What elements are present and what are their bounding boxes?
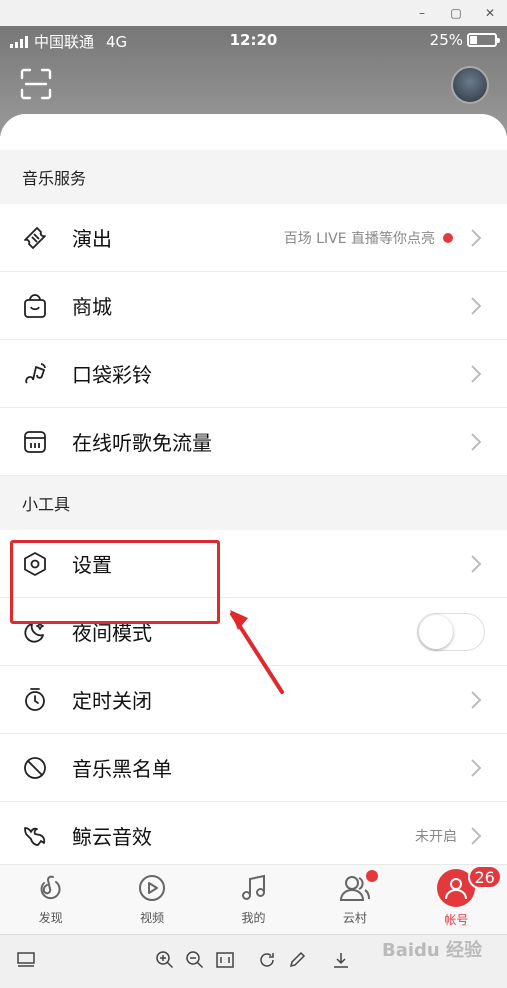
sim-card-icon — [22, 429, 48, 455]
chevron-right-icon — [471, 554, 482, 573]
menu-item-sound-effect[interactable]: 鲸云音效 未开启 — [0, 802, 507, 864]
rotate-icon[interactable] — [256, 949, 278, 971]
bottom-tab-bar: 发现 视频 我的 云村 26 帐号 — [0, 864, 507, 934]
pencil-icon[interactable] — [286, 949, 308, 971]
menu-item-hint: 未开启 — [415, 828, 457, 845]
notification-dot — [366, 870, 379, 882]
tab-discover[interactable]: 发现 — [0, 865, 101, 934]
menu-item-label: 口袋彩铃 — [72, 363, 152, 387]
layout-icon[interactable] — [15, 949, 37, 971]
menu-item-label: 演出 — [72, 227, 112, 251]
download-icon[interactable] — [330, 949, 352, 971]
toggle-knob — [419, 614, 453, 649]
zoom-out-icon[interactable] — [184, 949, 206, 971]
scan-icon[interactable] — [20, 68, 52, 100]
close-button[interactable]: ✕ — [473, 0, 507, 26]
tab-video[interactable]: 视频 — [101, 865, 202, 934]
app-window: – ▢ ✕ 中国联通 4G 12:20 25% 音乐服务 演出 百场 LIVE … — [0, 0, 507, 988]
zoom-in-icon[interactable] — [154, 949, 176, 971]
menu-item-blacklist[interactable]: 音乐黑名单 — [0, 734, 507, 802]
chevron-right-icon — [471, 432, 482, 451]
battery-percent: 25% — [429, 31, 463, 49]
menu-card: 音乐服务 演出 百场 LIVE 直播等你点亮 商城 口袋彩铃 在线听歌免流量 小… — [0, 114, 507, 864]
maximize-button[interactable]: ▢ — [439, 0, 473, 26]
chevron-right-icon — [471, 364, 482, 383]
menu-item-label: 在线听歌免流量 — [72, 431, 212, 455]
whale-icon — [22, 823, 48, 849]
timer-icon — [22, 687, 48, 713]
tab-label: 云村 — [342, 911, 367, 925]
red-arrow-annotation — [230, 610, 284, 694]
tab-label: 我的 — [241, 911, 266, 925]
window-titlebar: – ▢ ✕ — [0, 0, 507, 26]
tab-label: 发现 — [38, 911, 63, 925]
baidu-watermark: Baidu 经验 — [382, 940, 483, 961]
chevron-right-icon — [471, 296, 482, 315]
actual-size-icon[interactable] — [214, 949, 236, 971]
menu-item-ringtone[interactable]: 口袋彩铃 — [0, 340, 507, 408]
battery-icon — [467, 33, 500, 47]
status-bar: 中国联通 4G 12:20 25% — [0, 26, 507, 56]
menu-item-hint: 百场 LIVE 直播等你点亮 — [283, 230, 435, 247]
tab-community[interactable]: 云村 — [304, 865, 405, 934]
tab-label: 视频 — [140, 911, 165, 925]
chevron-right-icon — [471, 826, 482, 845]
video-play-icon — [135, 871, 169, 905]
menu-item-label: 音乐黑名单 — [72, 757, 172, 781]
block-icon — [22, 755, 48, 781]
tab-account[interactable]: 26 帐号 — [406, 865, 507, 934]
chevron-right-icon — [471, 228, 482, 247]
chevron-right-icon — [471, 690, 482, 709]
menu-item-mall[interactable]: 商城 — [0, 272, 507, 340]
avatar[interactable] — [451, 66, 489, 104]
tab-mine[interactable]: 我的 — [203, 865, 304, 934]
menu-item-label: 商城 — [72, 295, 112, 319]
night-mode-toggle[interactable] — [417, 612, 485, 651]
notification-dot — [443, 232, 453, 243]
shopping-bag-icon — [22, 293, 48, 319]
chevron-right-icon — [471, 758, 482, 777]
battery-info: 25% — [429, 31, 500, 49]
ticket-icon — [22, 225, 48, 251]
section-music-title: 音乐服务 — [0, 150, 507, 204]
ringtone-icon — [22, 361, 48, 387]
card-top-spacer — [0, 114, 507, 150]
highlight-box — [10, 540, 220, 624]
music-note-icon — [237, 871, 271, 905]
netease-logo-icon — [34, 871, 68, 905]
minimize-button[interactable]: – — [405, 0, 439, 26]
tab-label: 帐号 — [444, 913, 469, 927]
section-tools-title: 小工具 — [0, 476, 507, 530]
menu-item-label: 鲸云音效 — [72, 825, 152, 849]
menu-item-free-data[interactable]: 在线听歌免流量 — [0, 408, 507, 476]
menu-item-show[interactable]: 演出 百场 LIVE 直播等你点亮 — [0, 204, 507, 272]
account-badge: 26 — [467, 865, 502, 889]
